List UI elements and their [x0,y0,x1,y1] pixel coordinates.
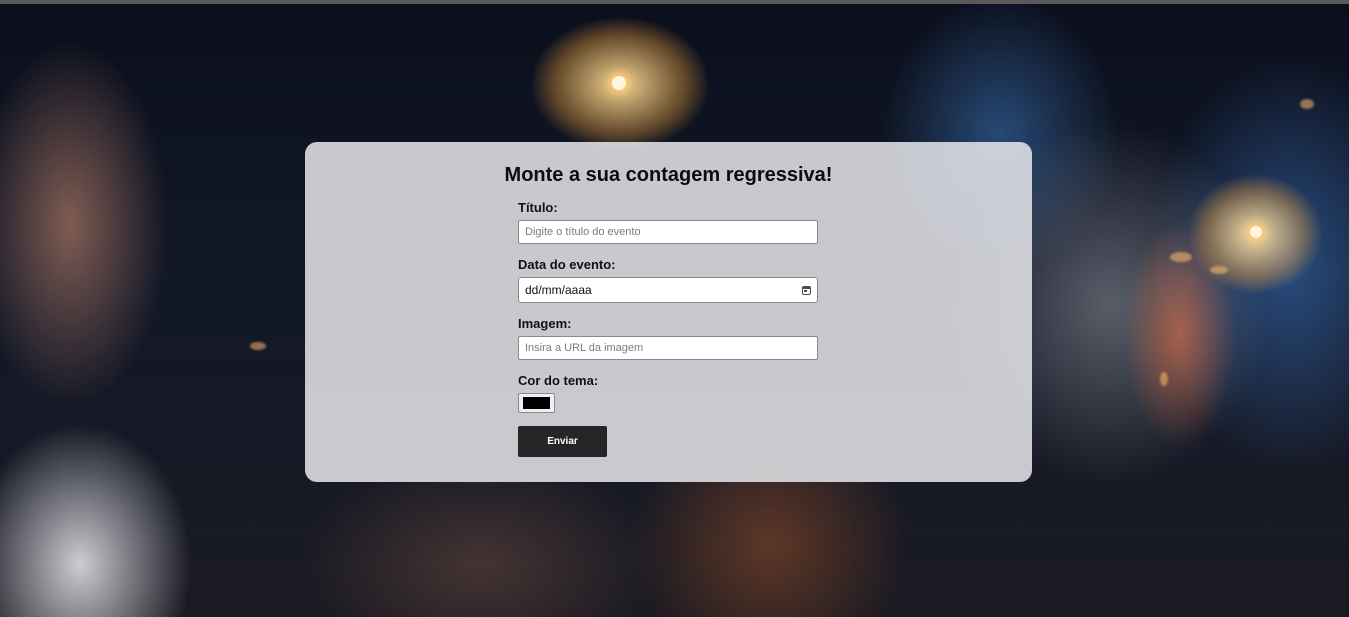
image-label: Imagem: [518,316,572,331]
bokeh-light [1160,372,1168,386]
countdown-form-card: Monte a sua contagem regressiva! Título:… [305,142,1032,482]
form-title: Monte a sua contagem regressiva! [504,164,833,186]
date-input-text: dd/mm/aaaa [525,283,592,297]
bokeh-light [1170,252,1192,262]
calendar-icon[interactable] [802,285,811,295]
title-input[interactable] [518,220,818,244]
theme-color-fill [523,397,550,409]
title-label: Título: [518,200,558,215]
theme-color-label: Cor do tema: [518,373,599,388]
bokeh-light [1210,266,1228,274]
sparkler-core [1250,226,1262,238]
event-date-input[interactable]: dd/mm/aaaa [518,277,818,303]
sparkler-core [612,76,626,90]
theme-color-picker[interactable] [518,393,555,413]
image-url-input[interactable] [518,336,818,360]
date-label: Data do evento: [518,257,616,272]
bokeh-light [250,342,266,350]
submit-button[interactable]: Enviar [518,426,607,457]
bokeh-light [1300,99,1314,109]
